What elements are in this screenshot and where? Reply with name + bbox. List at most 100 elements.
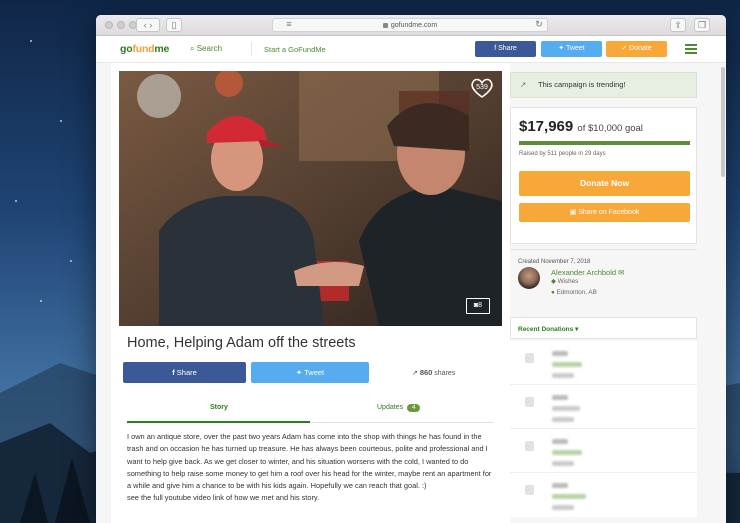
- url-text: gofundme.com: [390, 22, 438, 29]
- tab-updates-label: Updates: [377, 404, 404, 411]
- envelope-icon[interactable]: ✉: [618, 268, 624, 277]
- donor-icon: [525, 397, 534, 407]
- location-pin-icon: ●: [551, 289, 555, 296]
- share-on-facebook-button[interactable]: ▣ Share on Facebook: [519, 203, 690, 222]
- campaign-story: I own an antique store, over the past tw…: [127, 431, 494, 505]
- tweet-button[interactable]: ✦ Tweet: [251, 362, 369, 383]
- star: [60, 120, 62, 122]
- campaign-photo[interactable]: 539 ◙8: [119, 71, 502, 326]
- organizer-name-text: Alexander Archbold: [551, 268, 617, 277]
- browser-toolbar: ‹ › ▯ gofundme.com ≡ ↻ ⇪ ❐: [96, 15, 726, 36]
- browser-window: ‹ › ▯ gofundme.com ≡ ↻ ⇪ ❐ gofundme ⌕ Se…: [96, 15, 726, 523]
- trending-icon: ↗: [520, 80, 527, 89]
- share-on-facebook-label: Share on Facebook: [578, 209, 640, 216]
- donation-item: [510, 341, 697, 385]
- minimize-window-button[interactable]: [117, 21, 125, 29]
- reader-icon[interactable]: ≡: [284, 18, 294, 32]
- search-link[interactable]: ⌕ Search: [190, 44, 222, 54]
- category-text: Wishes: [557, 278, 579, 285]
- raised-amount: $17,969 of $10,000 goal: [519, 118, 643, 135]
- blurred-name: [552, 494, 586, 499]
- donation-card: $17,969 of $10,000 goal Raised by 511 pe…: [510, 107, 697, 244]
- category[interactable]: ◆ Wishes: [551, 278, 578, 285]
- tab-story[interactable]: Story: [210, 404, 228, 411]
- donation-item: [510, 385, 697, 429]
- donor-icon: [525, 485, 534, 495]
- donor-icon: [525, 441, 534, 451]
- facebook-icon: ▣: [569, 209, 577, 216]
- check-icon: ✓: [621, 45, 628, 52]
- recent-donations-label: Recent Donations: [518, 326, 574, 333]
- hamburger-menu-icon[interactable]: [685, 44, 697, 56]
- gofundme-logo[interactable]: gofundme: [120, 43, 169, 55]
- star: [30, 40, 32, 42]
- logo-text-fund: fund: [132, 43, 155, 55]
- shares-label: shares: [434, 370, 456, 377]
- shares-number: 860: [419, 368, 433, 377]
- updates-count-badge: 4: [407, 404, 421, 412]
- tag-icon: ◆: [551, 278, 556, 285]
- trending-banner: ↗ This campaign is trending!: [510, 72, 697, 98]
- header-donate-label: Donate: [629, 45, 652, 52]
- blurred-amount: [552, 439, 568, 444]
- sidebar-toggle-icon[interactable]: ▯: [166, 18, 182, 32]
- campaign-tabs: Story Updates 4: [127, 396, 494, 423]
- donor-icon: [525, 353, 534, 363]
- reload-icon[interactable]: ↻: [534, 18, 544, 32]
- hearts-count: 539: [476, 84, 488, 91]
- site-header: gofundme ⌕ Search Start a GoFundMe f Sha…: [96, 36, 726, 63]
- facebook-share-button[interactable]: f Share: [123, 362, 246, 383]
- star: [40, 300, 42, 302]
- blurred-date: [552, 505, 574, 510]
- scrollbar[interactable]: [721, 67, 725, 177]
- organizer-name[interactable]: Alexander Archbold ✉: [551, 268, 624, 277]
- share-icon[interactable]: ⇪: [670, 18, 686, 32]
- facebook-icon: f: [494, 45, 497, 52]
- recent-donations-dropdown[interactable]: Recent Donations ▾: [510, 317, 697, 339]
- header-share-button[interactable]: f Share: [475, 41, 536, 57]
- star: [70, 260, 72, 262]
- created-date: Created November 7, 2018: [518, 259, 591, 265]
- divider: [251, 42, 252, 56]
- logo-text-me: me: [154, 43, 170, 55]
- location-text: Edmonton, AB: [556, 289, 597, 296]
- header-tweet-label: Tweet: [566, 45, 585, 52]
- tab-updates[interactable]: Updates 4: [377, 404, 421, 412]
- header-donate-button[interactable]: ✓ Donate: [606, 41, 667, 57]
- photo-gallery-button[interactable]: ◙8: [466, 298, 490, 314]
- tabs-icon[interactable]: ❐: [694, 18, 710, 32]
- blurred-amount: [552, 483, 568, 488]
- progress-bar: [519, 141, 690, 145]
- tweet-label: Tweet: [304, 368, 325, 377]
- start-gofundme-link[interactable]: Start a GoFundMe: [264, 45, 326, 54]
- blurred-name: [552, 450, 582, 455]
- active-tab-indicator: [127, 421, 310, 423]
- goal-text: of $10,000 goal: [577, 123, 643, 134]
- back-forward-buttons[interactable]: ‹ ›: [136, 18, 160, 32]
- divider: [510, 249, 697, 250]
- lock-icon: [382, 22, 388, 28]
- trending-text: This campaign is trending!: [538, 80, 626, 89]
- twitter-icon: ✦: [295, 368, 303, 377]
- blurred-date: [552, 417, 574, 422]
- facebook-icon: f: [172, 368, 175, 377]
- blurred-name: [552, 406, 580, 411]
- donate-now-button[interactable]: Donate Now: [519, 171, 690, 196]
- close-window-button[interactable]: [105, 21, 113, 29]
- address-bar[interactable]: gofundme.com: [272, 18, 548, 32]
- header-tweet-button[interactable]: ✦ Tweet: [541, 41, 602, 57]
- blurred-date: [552, 461, 574, 466]
- campaign-title: Home, Helping Adam off the streets: [127, 335, 356, 351]
- blurred-amount: [552, 395, 568, 400]
- raised-amount-value: $17,969: [519, 118, 574, 135]
- trend-icon: ↗: [412, 370, 418, 377]
- facebook-share-label: Share: [176, 368, 197, 377]
- organizer-avatar[interactable]: [518, 267, 540, 289]
- blurred-amount: [552, 351, 568, 356]
- donation-item: [510, 473, 697, 517]
- chevron-down-icon: ▾: [575, 326, 579, 333]
- raised-by-text: Raised by 511 people in 29 days: [519, 151, 606, 157]
- twitter-icon: ✦: [558, 45, 565, 52]
- hearts-badge[interactable]: 539: [470, 77, 494, 99]
- shares-count: ↗ 860 shares: [412, 368, 455, 377]
